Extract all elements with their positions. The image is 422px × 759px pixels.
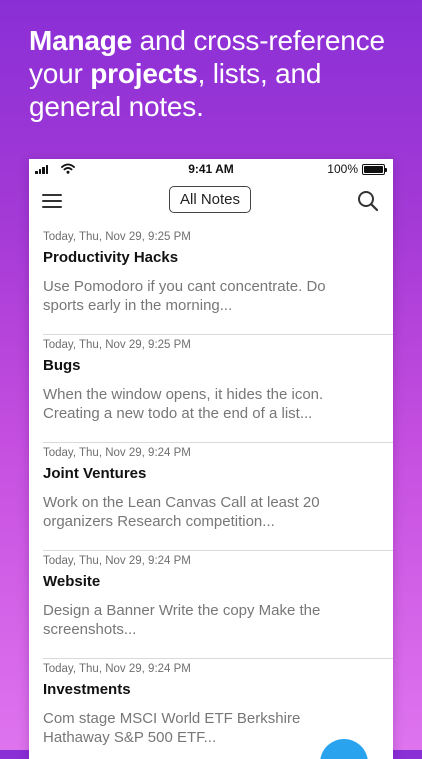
battery-percent: 100% [327,162,358,176]
note-preview: Com stage MSCI World ETF Berkshire Hatha… [43,710,301,746]
list-item[interactable]: Today, Thu, Nov 29, 9:25 PM Productivity… [29,227,393,335]
note-preview: Use Pomodoro if you cant concentrate. Do… [43,278,326,314]
note-date: Today, Thu, Nov 29, 9:25 PM [43,339,191,351]
note-title: Website [43,573,101,590]
all-notes-button[interactable]: All Notes [169,186,251,213]
note-title: Investments [43,681,131,698]
note-title: Bugs [43,357,81,374]
battery-icon [362,164,387,175]
note-preview: Design a Banner Write the copy Make the … [43,602,321,638]
note-preview: Work on the Lean Canvas Call at least 20… [43,494,320,530]
hamburger-menu-icon[interactable] [42,192,64,210]
note-preview: When the window opens, it hides the icon… [43,386,324,422]
headline-emphasis-projects: projects [90,58,198,89]
note-date: Today, Thu, Nov 29, 9:24 PM [43,447,191,459]
promo-headline: Manage and cross-reference your projects… [29,24,409,123]
list-item[interactable]: Today, Thu, Nov 29, 9:25 PM Bugs When th… [29,335,393,443]
note-title: Productivity Hacks [43,249,179,266]
phone-screen: 9:41 AM 100% All Notes Today, Thu, Nov 2… [29,159,393,759]
note-date: Today, Thu, Nov 29, 9:25 PM [43,231,191,243]
headline-emphasis-manage: Manage [29,25,133,56]
status-bar: 9:41 AM 100% [29,159,393,179]
list-item[interactable]: Today, Thu, Nov 29, 9:24 PM Website Desi… [29,551,393,659]
list-item[interactable]: Today, Thu, Nov 29, 9:24 PM Joint Ventur… [29,443,393,551]
note-title: Joint Ventures [43,465,147,482]
note-date: Today, Thu, Nov 29, 9:24 PM [43,663,191,675]
navigation-bar: All Notes [29,179,393,227]
search-icon[interactable] [356,189,380,213]
notes-list: Today, Thu, Nov 29, 9:25 PM Productivity… [29,227,393,759]
note-date: Today, Thu, Nov 29, 9:24 PM [43,555,191,567]
